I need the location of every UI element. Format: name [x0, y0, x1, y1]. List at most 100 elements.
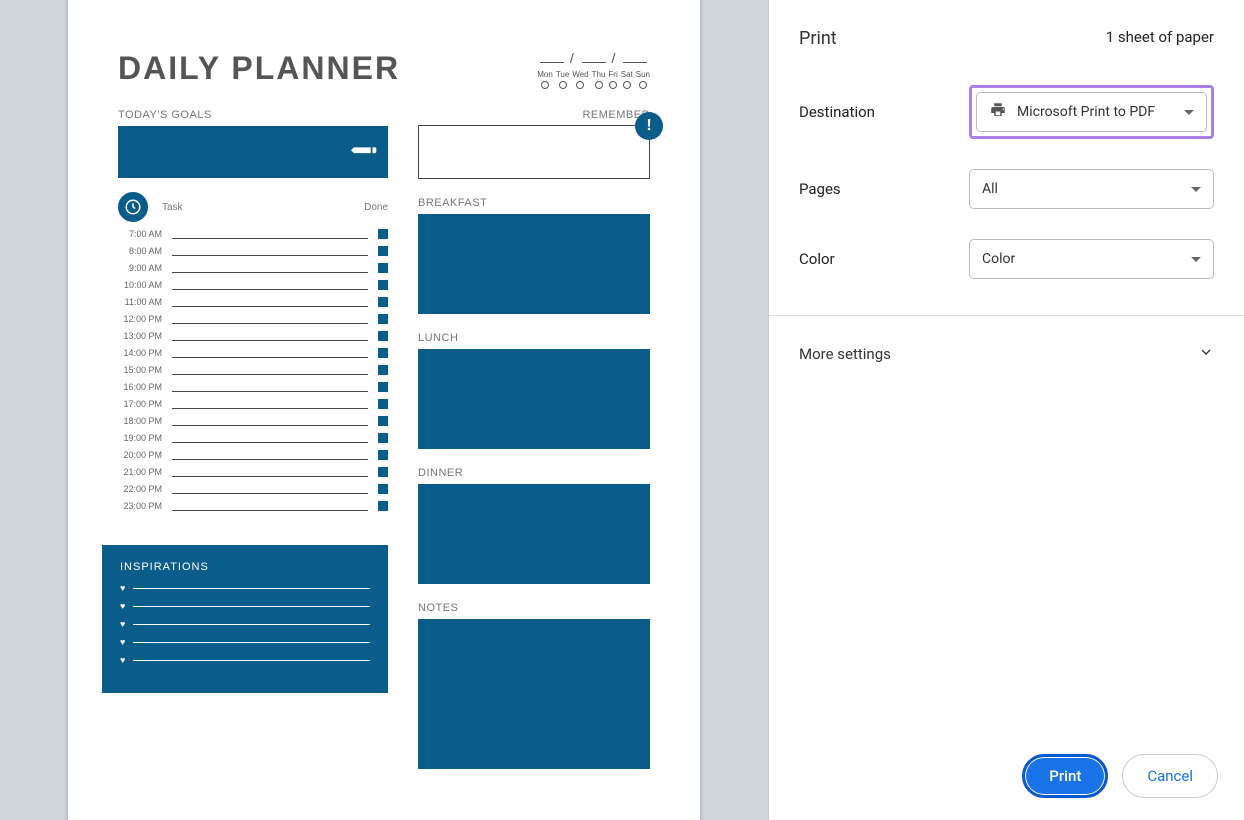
inspirations-box: INSPIRATIONS ♥ ♥ ♥ ♥ ♥ [102, 545, 388, 693]
schedule-row: 21:00 PM [118, 466, 388, 477]
clock-icon [118, 192, 148, 222]
done-checkbox [378, 348, 388, 358]
caret-down-icon [1191, 187, 1201, 192]
schedule-row: 19:00 PM [118, 432, 388, 443]
pages-label: Pages [799, 180, 969, 198]
dinner-box [418, 484, 650, 584]
schedule-row: 16:00 PM [118, 381, 388, 392]
color-select[interactable]: Color [969, 239, 1214, 279]
time-label: 7:00 AM [118, 229, 162, 239]
done-checkbox [378, 314, 388, 324]
done-checkbox [378, 297, 388, 307]
destination-select[interactable]: Microsoft Print to PDF [976, 92, 1207, 132]
heart-icon: ♥ [120, 601, 125, 611]
done-checkbox [378, 501, 388, 511]
task-line [172, 432, 368, 443]
done-checkbox [378, 382, 388, 392]
goals-label: TODAY'S GOALS [118, 109, 388, 121]
task-line [172, 466, 368, 477]
task-line [172, 330, 368, 341]
destination-highlight: Microsoft Print to PDF [969, 85, 1214, 139]
time-label: 18:00 PM [118, 416, 162, 426]
task-line [172, 381, 368, 392]
print-preview-area: DAILY PLANNER / / MonTueWedThuFriSatSun … [0, 0, 768, 820]
caret-down-icon [1191, 257, 1201, 262]
schedule-list: 7:00 AM 8:00 AM 9:00 AM 10:00 AM 11:00 AM 12:… [118, 228, 388, 511]
schedule-row: 12:00 PM [118, 313, 388, 324]
done-header: Done [364, 202, 388, 213]
breakfast-box [418, 214, 650, 314]
day-of-week: Sun [636, 70, 650, 89]
chevron-down-icon [1198, 344, 1214, 364]
heart-icon: ♥ [120, 619, 125, 629]
panel-title: Print [799, 28, 837, 49]
time-label: 8:00 AM [118, 246, 162, 256]
breakfast-label: BREAKFAST [418, 197, 650, 209]
task-line [172, 313, 368, 324]
document-page: DAILY PLANNER / / MonTueWedThuFriSatSun … [68, 0, 700, 820]
divider [769, 315, 1244, 316]
heart-icon: ♥ [120, 637, 125, 647]
done-checkbox [378, 280, 388, 290]
schedule-header: Task Done [118, 192, 388, 222]
done-checkbox [378, 229, 388, 239]
done-checkbox [378, 263, 388, 273]
day-of-week: Tue [556, 70, 570, 89]
done-checkbox [378, 399, 388, 409]
task-line [172, 279, 368, 290]
task-line [172, 296, 368, 307]
printer-icon [989, 101, 1007, 123]
destination-label: Destination [799, 103, 969, 121]
sheet-count: 1 sheet of paper [1106, 28, 1214, 49]
planner-title: DAILY PLANNER [118, 50, 400, 87]
date-slashes: / / [537, 50, 650, 66]
more-settings-toggle[interactable]: More settings [799, 336, 1214, 372]
task-line [172, 364, 368, 375]
caret-down-icon [1184, 110, 1194, 115]
done-checkbox [378, 246, 388, 256]
task-line [172, 449, 368, 460]
inspirations-label: INSPIRATIONS [120, 561, 370, 573]
cancel-button[interactable]: Cancel [1122, 754, 1218, 798]
time-label: 9:00 AM [118, 263, 162, 273]
schedule-row: 7:00 AM [118, 228, 388, 239]
time-label: 11:00 AM [118, 297, 162, 307]
day-of-week: Thu [592, 70, 606, 89]
time-label: 10:00 AM [118, 280, 162, 290]
pages-select[interactable]: All [969, 169, 1214, 209]
task-line [172, 483, 368, 494]
schedule-row: 20:00 PM [118, 449, 388, 460]
time-label: 17:00 PM [118, 399, 162, 409]
task-line [172, 262, 368, 273]
more-settings-label: More settings [799, 345, 891, 363]
time-label: 16:00 PM [118, 382, 162, 392]
schedule-row: 13:00 PM [118, 330, 388, 341]
print-button[interactable]: Print [1022, 754, 1108, 798]
done-checkbox [378, 450, 388, 460]
time-label: 13:00 PM [118, 331, 162, 341]
time-label: 23:00 PM [118, 501, 162, 511]
time-label: 21:00 PM [118, 467, 162, 477]
schedule-row: 8:00 AM [118, 245, 388, 256]
schedule-row: 9:00 AM [118, 262, 388, 273]
destination-value: Microsoft Print to PDF [1017, 104, 1174, 120]
done-checkbox [378, 416, 388, 426]
remember-section: REMEMBER ! [418, 109, 650, 179]
day-of-week: Mon [537, 70, 553, 89]
time-label: 15:00 PM [118, 365, 162, 375]
color-value: Color [982, 251, 1181, 267]
done-checkbox [378, 433, 388, 443]
lunch-box [418, 349, 650, 449]
pages-value: All [982, 181, 1181, 197]
task-line [172, 245, 368, 256]
lunch-label: LUNCH [418, 332, 650, 344]
task-line [172, 500, 368, 511]
exclamation-icon: ! [635, 112, 663, 140]
goals-box [118, 126, 388, 178]
done-checkbox [378, 467, 388, 477]
print-panel: Print 1 sheet of paper Destination Micro… [768, 0, 1244, 820]
time-label: 19:00 PM [118, 433, 162, 443]
task-line [172, 347, 368, 358]
schedule-row: 18:00 PM [118, 415, 388, 426]
schedule-row: 23:00 PM [118, 500, 388, 511]
